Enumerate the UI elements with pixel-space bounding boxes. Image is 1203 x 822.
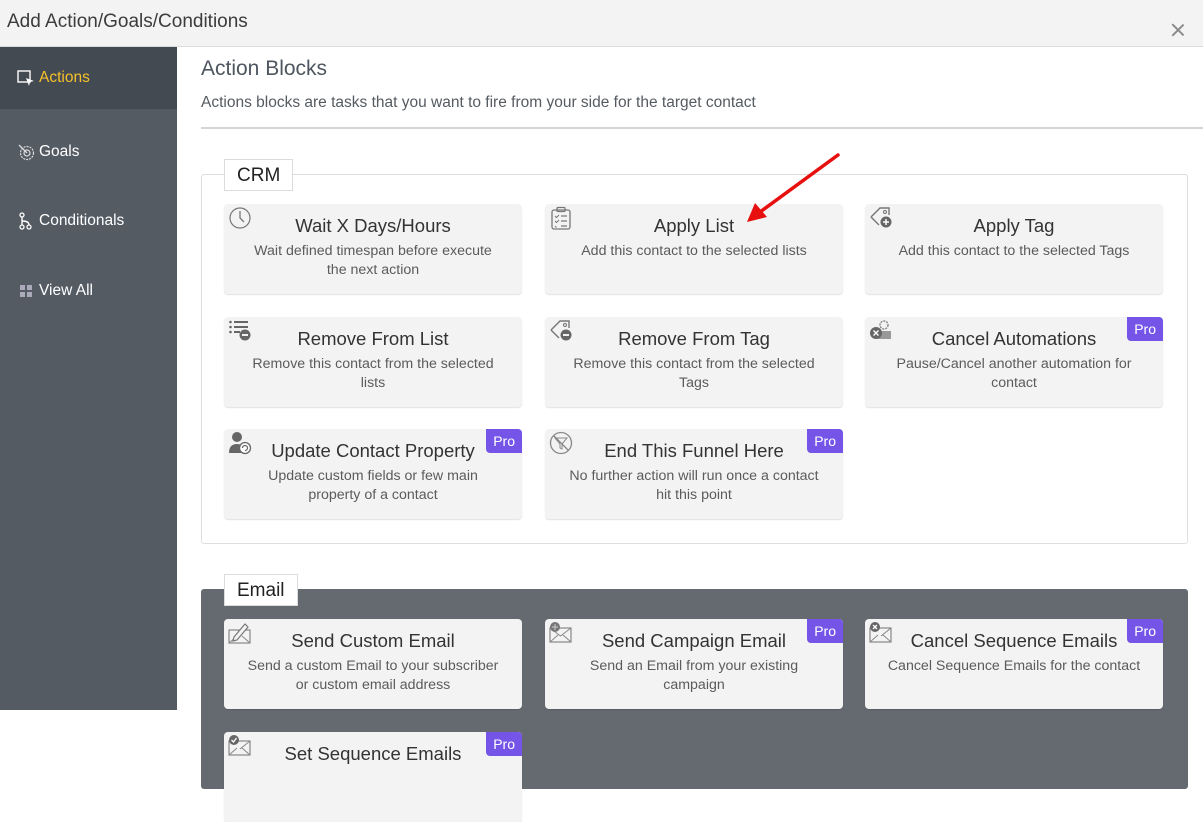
- action-card-send-custom-email[interactable]: Send Custom Email Send a custom Email to …: [224, 619, 522, 709]
- action-card-remove-from-tag[interactable]: Remove From Tag Remove this contact from …: [545, 317, 843, 407]
- sidebar-item-label: View All: [39, 282, 93, 299]
- card-title: Set Sequence Emails: [284, 743, 462, 764]
- card-title: End This Funnel Here: [604, 440, 784, 461]
- action-card-send-campaign-email[interactable]: Send Campaign Email Send an Email from yo…: [545, 619, 843, 709]
- page-subtitle: Actions blocks are tasks that you want t…: [201, 94, 756, 111]
- action-card-cancel-sequence-emails[interactable]: Cancel Sequence Emails Cancel Sequence Em…: [865, 619, 1163, 709]
- card-description: Remove this contact from the selected li…: [252, 356, 494, 391]
- action-card-remove-from-list[interactable]: Remove From List Remove this contact from…: [224, 317, 522, 407]
- divider: [201, 127, 1203, 129]
- sidebar-item-label: Goals: [39, 143, 80, 160]
- card-title: Send Campaign Email: [601, 630, 787, 651]
- conditionals-icon: [17, 212, 35, 230]
- sidebar: Actions Goals Conditionals View All: [0, 47, 177, 710]
- card-description: Cancel Sequence Emails for the contact: [887, 658, 1141, 674]
- sidebar-item-label: Conditionals: [39, 212, 125, 229]
- sidebar-item-actions[interactable]: Actions: [0, 47, 177, 109]
- card-description: Add this contact to the selected Tags: [898, 243, 1130, 259]
- pro-badge: Pro: [807, 429, 843, 453]
- action-card-apply-tag[interactable]: Apply Tag Add this contact to the selecte…: [865, 204, 1163, 294]
- email-group-label: Email: [224, 574, 298, 606]
- crm-group-label: CRM: [224, 159, 294, 191]
- pro-badge: Pro: [1127, 317, 1163, 341]
- page-title: Action Blocks: [201, 57, 328, 80]
- actions-icon: [17, 69, 35, 87]
- card-title: Remove From Tag: [618, 328, 770, 349]
- action-card-wait-x-days-hours[interactable]: Wait X Days/Hours Wait defined timespan b…: [224, 204, 522, 294]
- card-description: Send a custom Email to your subscriber o…: [247, 658, 499, 693]
- card-description: Add this contact to the selected lists: [581, 243, 807, 259]
- card-description: No further action will run once a contac…: [569, 468, 819, 503]
- card-title: Apply Tag: [973, 215, 1055, 236]
- card-description: Send an Email from your existing campaig…: [589, 658, 799, 693]
- card-title: Update Contact Property: [271, 440, 475, 461]
- card-title: Wait X Days/Hours: [295, 215, 451, 236]
- card-description: Remove this contact from the selected Ta…: [573, 356, 815, 391]
- grid-icon: [17, 282, 35, 300]
- close-icon[interactable]: [1170, 22, 1186, 38]
- action-card-apply-list[interactable]: Apply List Add this contact to the select…: [545, 204, 843, 294]
- pro-badge: Pro: [807, 619, 843, 643]
- card-title: Cancel Automations: [931, 328, 1097, 349]
- pro-badge: Pro: [1127, 619, 1163, 643]
- action-card-update-contact-property[interactable]: Update Contact Property Update custom fie…: [224, 429, 522, 519]
- card-title: Apply List: [653, 215, 735, 236]
- action-card-end-this-funnel-here[interactable]: End This Funnel Here No further action wi…: [545, 429, 843, 519]
- sidebar-item-label: Actions: [39, 69, 90, 86]
- sidebar-item-conditionals[interactable]: Conditionals: [0, 190, 177, 252]
- card-title: Send Custom Email: [291, 630, 455, 651]
- action-card-cancel-automations[interactable]: Cancel Automations Pause/Cancel another a…: [865, 317, 1163, 407]
- card-description: Update custom fields or few main propert…: [268, 468, 478, 503]
- card-description: Wait defined timespan before execute the…: [254, 243, 492, 278]
- action-card-set-sequence-emails[interactable]: Set Sequence Emails Pro: [224, 732, 522, 822]
- pro-badge: Pro: [486, 732, 522, 756]
- card-title: Remove From List: [297, 328, 449, 349]
- sidebar-item-goals[interactable]: Goals: [0, 121, 177, 183]
- pro-badge: Pro: [486, 429, 522, 453]
- dialog-title: Add Action/Goals/Conditions: [7, 11, 248, 32]
- sidebar-item-view-all[interactable]: View All: [0, 260, 177, 322]
- card-description: Pause/Cancel another automation for cont…: [896, 356, 1132, 391]
- goals-icon: [17, 143, 35, 161]
- dialog-header: Add Action/Goals/Conditions: [0, 0, 1203, 47]
- card-title: Cancel Sequence Emails: [910, 630, 1118, 651]
